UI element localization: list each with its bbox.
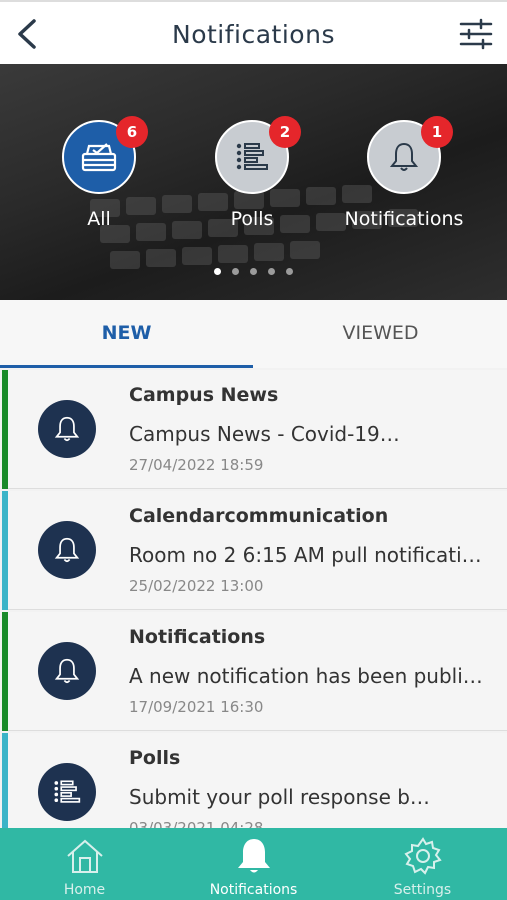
item-icon (38, 763, 96, 821)
nav-notifications[interactable]: Notifications (169, 828, 338, 900)
category-polls[interactable]: 2 Polls (177, 116, 327, 230)
sliders-icon[interactable] (459, 18, 493, 50)
bell-icon (54, 416, 80, 442)
item-date: 17/09/2021 16:30 (129, 698, 264, 716)
item-date: 25/02/2022 13:00 (129, 577, 264, 595)
nav-label: Settings (393, 882, 452, 898)
bell-icon (54, 537, 80, 563)
carousel-dot[interactable] (232, 268, 239, 275)
nav-label: Home (63, 882, 106, 898)
list-item[interactable]: Campus News Campus News - Covid-19… 27/0… (2, 370, 507, 489)
category-label: Polls (230, 208, 274, 230)
category-label: All (87, 208, 111, 230)
item-title: Campus News (129, 384, 279, 406)
item-subtitle: A new notification has been publi… (129, 664, 483, 688)
carousel-dot[interactable] (286, 268, 293, 275)
item-title: Notifications (129, 626, 266, 648)
tab-viewed[interactable]: VIEWED (254, 300, 507, 368)
page-title: Notifications (172, 20, 335, 49)
app-header: Notifications (0, 0, 507, 64)
item-icon (38, 400, 96, 458)
carousel-dot[interactable] (268, 268, 275, 275)
gear-icon (403, 837, 442, 875)
tab-bar: NEW VIEWED (0, 300, 507, 368)
item-title: Calendarcommunication (129, 505, 389, 527)
status-bar (2, 491, 8, 610)
bell-icon (237, 839, 270, 873)
item-title: Polls (129, 747, 181, 769)
list-item[interactable]: Notifications A new notification has bee… (2, 612, 507, 731)
count-badge: 6 (116, 116, 148, 148)
status-bar (2, 370, 8, 489)
bottom-nav: Home Notifications Settings (0, 828, 507, 900)
item-subtitle: Submit your poll response b… (129, 785, 430, 809)
category-label: Notifications (344, 208, 464, 230)
home-icon (66, 839, 103, 873)
inbox-icon (81, 143, 117, 172)
item-subtitle: Room no 2 6:15 AM pull notificati… (129, 543, 482, 567)
carousel-dot[interactable] (250, 268, 257, 275)
list-icon (54, 780, 81, 803)
bell-icon (389, 142, 419, 171)
status-bar (2, 612, 8, 731)
category-carousel[interactable]: 6 All 2 Polls 1 Notifications (0, 64, 507, 300)
category-notifications[interactable]: 1 Notifications (329, 116, 479, 230)
carousel-dots[interactable] (0, 268, 507, 275)
nav-home[interactable]: Home (0, 828, 169, 900)
status-bar (2, 733, 8, 828)
count-badge: 2 (269, 116, 301, 148)
category-all[interactable]: 6 All (24, 116, 174, 230)
notification-list[interactable]: Campus News Campus News - Covid-19… 27/0… (2, 370, 507, 828)
list-icon (236, 143, 268, 170)
bell-icon (54, 658, 80, 684)
carousel-dot[interactable] (214, 268, 221, 275)
item-date: 03/03/2021 04:28 (129, 819, 264, 828)
nav-label: Notifications (209, 882, 298, 898)
list-item[interactable]: Polls Submit your poll response b… 03/03… (2, 733, 507, 828)
item-icon (38, 521, 96, 579)
count-badge: 1 (421, 116, 453, 148)
tab-new[interactable]: NEW (0, 300, 253, 368)
item-date: 27/04/2022 18:59 (129, 456, 264, 474)
nav-settings[interactable]: Settings (338, 828, 507, 900)
list-item[interactable]: Calendarcommunication Room no 2 6:15 AM … (2, 491, 507, 610)
item-subtitle: Campus News - Covid-19… (129, 422, 400, 446)
item-icon (38, 642, 96, 700)
